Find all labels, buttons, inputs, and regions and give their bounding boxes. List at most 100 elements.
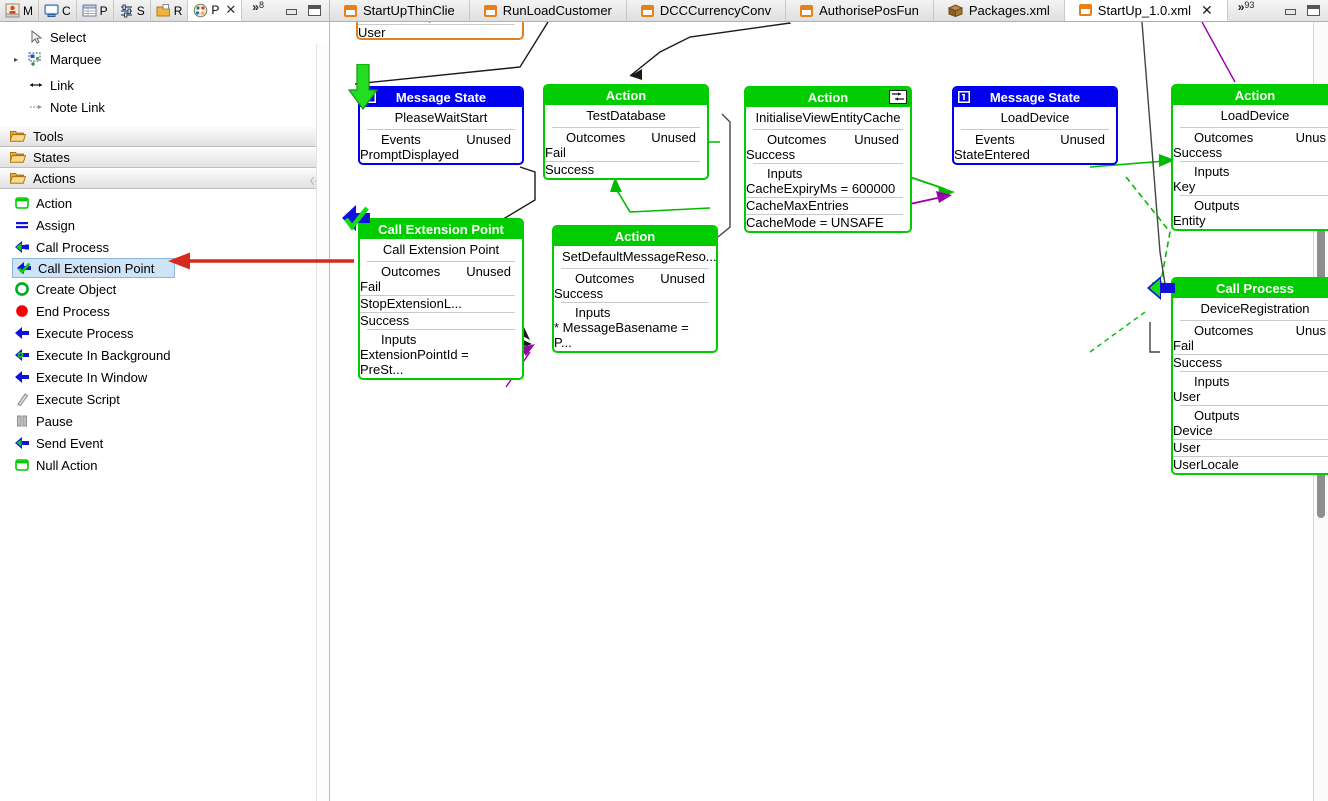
palette-action-label: End Process (36, 303, 110, 319)
palette-tool-note-link[interactable]: Note Link (0, 96, 329, 118)
palette-icon (193, 3, 208, 18)
editor-tab-label: AuthorisePosFun (819, 3, 919, 18)
palette-action-label: Call Process (36, 239, 109, 255)
node-header: Action (545, 86, 707, 105)
diagram-node-call-extension-point[interactable]: Call Extension Point Call Extension Poin… (358, 218, 524, 380)
node-outcome-row: StopExtensionL... (360, 296, 515, 313)
overflow-count: 8 (258, 0, 264, 10)
view-tab-console[interactable]: C (39, 0, 77, 21)
minimize-icon[interactable] (1284, 5, 1297, 16)
palette-action-end-process[interactable]: End Process (0, 300, 329, 322)
link-icon (28, 77, 44, 93)
unused-label: Unused (466, 132, 511, 147)
palette-action-create-object[interactable]: Create Object (0, 278, 329, 300)
unused-label: Unused (854, 132, 899, 147)
null-action-icon (14, 457, 30, 473)
node-section-header: Outcomes Unus (1180, 130, 1328, 145)
diagram-node-action-loaddevice[interactable]: Action LoadDevice Outcomes Unus Success (1171, 84, 1328, 231)
node-header: Action (1173, 86, 1328, 105)
node-header: Message State (360, 88, 522, 107)
palette-action-label: Execute Script (36, 391, 120, 407)
expander-arrow[interactable]: ▸ (14, 55, 22, 64)
palette-action-execute-in-background[interactable]: Execute In Background (0, 344, 329, 366)
palette-section-states[interactable]: States (0, 147, 329, 168)
view-tab-label: P (99, 3, 108, 18)
node-header: Call Process (1173, 279, 1328, 298)
close-icon[interactable]: ✕ (225, 2, 236, 18)
xml-file-icon (483, 4, 497, 17)
diagram-node-action-initialiseviewentitycache[interactable]: Action InitialiseViewEntityCache Outcome… (744, 86, 912, 233)
xml-file-icon (800, 4, 814, 17)
editor-tab-startup-1-0-xml[interactable]: StartUp_1.0.xml ✕ (1064, 0, 1228, 21)
palette-action-label: Action (36, 195, 73, 211)
palette-panel: M C P S R P ✕ » 8 Select ▸ Marquee Link … (0, 0, 330, 801)
diagram-node-message-state-loaddevice[interactable]: Message State LoadDevice Events Unused S… (952, 86, 1118, 165)
palette-action-label: Pause (36, 413, 73, 429)
diagram-node-message-state-pleasewaitstart[interactable]: Message State PleaseWaitStart Events Unu… (358, 86, 524, 165)
palette-section-actions[interactable]: Actions (0, 168, 329, 189)
close-icon[interactable]: ✕ (1201, 2, 1213, 19)
editor-tab-dcccurrencyconv[interactable]: DCCCurrencyConv (626, 0, 787, 21)
palette-tool-select[interactable]: Select (0, 26, 329, 48)
palette-action-label: Send Event (36, 435, 104, 451)
node-events-section: Events Unused (961, 129, 1109, 147)
editor-tabbar: StartUpThinClie RunLoadCustomer DCCCurre… (330, 0, 1328, 22)
editor-tab-packages-xml[interactable]: Packages.xml (933, 0, 1065, 21)
view-tab-label: C (62, 3, 71, 18)
palette-action-pause[interactable]: Pause (0, 410, 329, 432)
node-header-label: Message State (395, 90, 487, 105)
maximize-icon[interactable] (308, 5, 321, 16)
palette-section-label: States (33, 150, 70, 165)
palette-action-call-extension-point[interactable]: Call Extension Point (12, 258, 175, 278)
diagram-node-call-process-top[interactable]: UseTestPeripherals User UserLocale (356, 22, 524, 40)
view-tab-palette[interactable]: P ✕ (188, 0, 243, 21)
node-name: InitialiseViewEntityCache (755, 110, 901, 125)
palette-tool-marquee[interactable]: ▸ Marquee (0, 48, 329, 70)
editor-tab-startupthinclie[interactable]: StartUpThinClie (330, 0, 470, 21)
node-output-row: User (1173, 440, 1328, 457)
node-outcomes-list: Fail Success (1173, 338, 1328, 371)
diagram-node-action-testdatabase[interactable]: Action TestDatabase Outcomes Unused Fail… (543, 84, 709, 180)
palette-action-null-action[interactable]: Null Action (0, 454, 329, 476)
view-tab-label: R (173, 3, 183, 18)
folder-open-icon (9, 171, 27, 187)
node-inputs-section: Inputs (753, 163, 903, 181)
palette-action-execute-process[interactable]: Execute Process (0, 322, 329, 344)
palette-section-tools[interactable]: Tools (0, 126, 329, 147)
node-inputs-section: Inputs (1180, 371, 1328, 389)
palette-scrollbar[interactable] (316, 44, 329, 801)
view-tab-properties[interactable]: P (76, 0, 114, 21)
palette-tool-label: Marquee (50, 51, 102, 67)
editor-tab-overflow[interactable]: » 93 (1228, 0, 1263, 21)
palette-action-assign[interactable]: Assign (0, 214, 329, 236)
maximize-icon[interactable] (1307, 5, 1320, 16)
editor-tab-label: RunLoadCustomer (502, 3, 612, 18)
diagram-node-call-process-deviceregistration[interactable]: Call Process DeviceRegistration Outcomes… (1171, 277, 1328, 475)
node-name: DeviceRegistration (1200, 301, 1310, 316)
execute-background-icon (14, 347, 30, 363)
diagram-node-action-setdefaultmessageresource[interactable]: Action SetDefaultMessageReso... Outcomes… (552, 225, 718, 353)
editor-tab-authoriseposfun[interactable]: AuthorisePosFun (786, 0, 934, 21)
palette-tab-overflow[interactable]: » 8 (242, 0, 272, 21)
node-outcomes-list: Fail Success (545, 145, 707, 178)
node-name: LoadDevice (1220, 108, 1290, 123)
node-section-header: Inputs (1180, 374, 1328, 389)
palette-action-execute-in-window[interactable]: Execute In Window (0, 366, 329, 388)
unused-label: Unus (1295, 130, 1326, 145)
inputs-label: Inputs (381, 332, 417, 347)
view-tab-repository[interactable]: R (150, 0, 189, 21)
diagram-canvas[interactable]: UseTestPeripherals User UserLocale (330, 22, 1328, 801)
view-tab-model[interactable]: M (0, 0, 39, 21)
palette-section-label: Tools (33, 129, 64, 144)
view-tab-settings[interactable]: S (113, 0, 151, 21)
palette-action-send-event[interactable]: Send Event (0, 432, 329, 454)
minimize-icon[interactable] (285, 5, 298, 16)
palette-action-execute-script[interactable]: Execute Script (0, 388, 329, 410)
palette-tool-label: Link (50, 77, 74, 93)
palette-tool-link[interactable]: Link (0, 74, 329, 96)
palette-action-action[interactable]: Action (0, 192, 329, 214)
outcomes-label: Outcomes (566, 130, 626, 145)
outcomes-label: Outcomes (1194, 130, 1254, 145)
editor-tab-runloadcustomer[interactable]: RunLoadCustomer (469, 0, 627, 21)
node-inputs-section: Inputs (1180, 161, 1328, 179)
